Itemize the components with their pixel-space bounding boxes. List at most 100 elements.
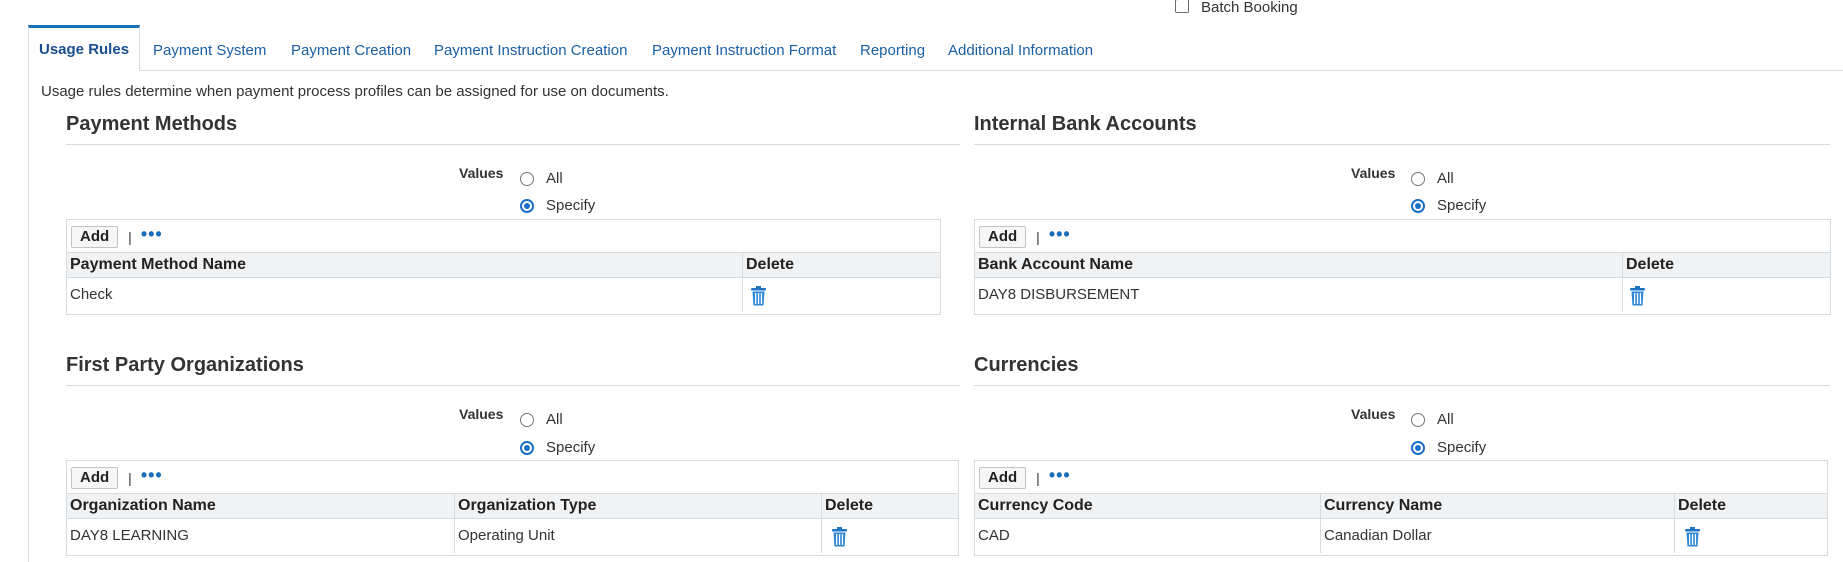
values-label: Values — [459, 165, 504, 181]
radio-button[interactable] — [1411, 440, 1425, 455]
trash-icon[interactable] — [831, 527, 848, 547]
tab-additional-information[interactable]: Additional Information — [948, 25, 1093, 70]
table-row: CAD Canadian Dollar — [975, 519, 1827, 553]
currencies-table: Add | ••• Currency Code Currency Name De… — [974, 460, 1828, 556]
radio-specify-currencies[interactable]: Specify — [1411, 439, 1486, 456]
batch-booking-checkbox[interactable] — [1175, 0, 1189, 13]
more-actions-icon[interactable]: ••• — [141, 225, 163, 243]
radio-specify-payment-methods[interactable]: Specify — [520, 197, 595, 214]
table-header: Bank Account Name Delete — [975, 252, 1830, 278]
first-party-organizations-table: Add | ••• Organization Name Organization… — [66, 460, 959, 556]
table-row: DAY8 DISBURSEMENT — [975, 278, 1830, 312]
radio-all-first-party-organizations[interactable]: All — [520, 411, 563, 428]
column-header[interactable]: Bank Account Name — [975, 253, 1622, 277]
radio-button[interactable] — [520, 171, 534, 186]
table-cell: Canadian Dollar — [1320, 519, 1674, 553]
batch-booking[interactable]: Batch Booking — [1175, 0, 1298, 16]
toolbar-separator: | — [1036, 470, 1040, 486]
table-toolbar: Add | ••• — [71, 225, 163, 249]
table-header: Payment Method Name Delete — [67, 252, 940, 278]
radio-label: Specify — [1437, 439, 1487, 456]
column-header: Delete — [821, 494, 958, 518]
usage-rules-description: Usage rules determine when payment proce… — [41, 83, 669, 100]
section-title-first-party-organizations: First Party Organizations — [66, 354, 304, 376]
table-toolbar: Add | ••• — [71, 466, 163, 490]
values-label: Values — [1351, 165, 1396, 181]
column-header[interactable]: Organization Type — [454, 494, 821, 518]
add-button[interactable]: Add — [979, 467, 1027, 489]
tab-payment-instruction-creation[interactable]: Payment Instruction Creation — [434, 25, 627, 70]
values-label: Values — [459, 406, 504, 422]
table-cell: DAY8 DISBURSEMENT — [978, 286, 1140, 303]
trash-icon[interactable] — [750, 286, 767, 306]
tab-usage-rules[interactable]: Usage Rules — [28, 25, 141, 71]
table-header: Currency Code Currency Name Delete — [975, 493, 1827, 519]
batch-booking-label: Batch Booking — [1201, 0, 1298, 16]
section-title-payment-methods: Payment Methods — [66, 113, 238, 135]
radio-label: Specify — [1437, 197, 1487, 214]
tab-reporting[interactable]: Reporting — [860, 25, 925, 70]
section-divider — [66, 385, 960, 386]
more-actions-icon[interactable]: ••• — [1049, 225, 1071, 243]
column-header[interactable]: Currency Name — [1320, 494, 1674, 518]
radio-button[interactable] — [1411, 171, 1425, 186]
radio-specify-internal-bank-accounts[interactable]: Specify — [1411, 197, 1486, 214]
radio-all-internal-bank-accounts[interactable]: All — [1411, 170, 1454, 187]
left-border — [28, 25, 29, 562]
radio-button[interactable] — [520, 440, 534, 455]
radio-label: Specify — [546, 197, 596, 214]
tab-bar: Usage Rules Payment System Payment Creat… — [28, 25, 1843, 71]
payment-methods-table: Add | ••• Payment Method Name Delete Che… — [66, 219, 941, 315]
section-divider — [974, 144, 1830, 145]
radio-label: All — [546, 411, 563, 428]
toolbar-separator: | — [1036, 229, 1040, 245]
radio-label: All — [1437, 411, 1454, 428]
add-button[interactable]: Add — [71, 467, 119, 489]
radio-all-currencies[interactable]: All — [1411, 411, 1454, 428]
column-header[interactable]: Payment Method Name — [67, 253, 742, 277]
table-cell — [821, 519, 958, 553]
table-header: Organization Name Organization Type Dele… — [67, 493, 958, 519]
column-header[interactable]: Currency Code — [975, 494, 1320, 518]
values-label: Values — [1351, 406, 1396, 422]
more-actions-icon[interactable]: ••• — [1049, 466, 1071, 484]
tab-payment-creation[interactable]: Payment Creation — [291, 25, 411, 70]
section-divider — [974, 385, 1830, 386]
column-header: Delete — [742, 253, 940, 277]
internal-bank-accounts-table: Add | ••• Bank Account Name Delete DAY8 … — [974, 219, 1831, 315]
radio-specify-first-party-organizations[interactable]: Specify — [520, 439, 595, 456]
radio-button[interactable] — [1411, 198, 1425, 213]
toolbar-separator: | — [128, 229, 132, 245]
add-button[interactable]: Add — [71, 226, 119, 248]
trash-icon[interactable] — [1684, 527, 1701, 547]
table-toolbar: Add | ••• — [979, 466, 1071, 490]
radio-button[interactable] — [520, 412, 534, 427]
table-cell — [742, 278, 940, 312]
radio-button[interactable] — [1411, 412, 1425, 427]
section-title-internal-bank-accounts: Internal Bank Accounts — [974, 113, 1197, 135]
column-header[interactable]: Organization Name — [67, 494, 454, 518]
add-button[interactable]: Add — [979, 226, 1027, 248]
more-actions-icon[interactable]: ••• — [141, 466, 163, 484]
table-cell: CAD — [978, 527, 1010, 544]
table-row: DAY8 LEARNING Operating Unit — [67, 519, 958, 553]
column-header: Delete — [1674, 494, 1827, 518]
column-header: Delete — [1622, 253, 1830, 277]
table-toolbar: Add | ••• — [979, 225, 1071, 249]
tab-payment-instruction-format[interactable]: Payment Instruction Format — [652, 25, 836, 70]
radio-all-payment-methods[interactable]: All — [520, 170, 563, 187]
table-cell — [1622, 278, 1830, 312]
radio-button[interactable] — [520, 198, 534, 213]
table-row: Check — [67, 278, 940, 312]
table-cell: Operating Unit — [454, 519, 821, 553]
table-cell: DAY8 LEARNING — [70, 527, 189, 544]
table-cell: Check — [70, 286, 113, 303]
radio-label: All — [1437, 170, 1454, 187]
tab-payment-system[interactable]: Payment System — [153, 25, 266, 70]
section-divider — [66, 144, 960, 145]
radio-label: All — [546, 170, 563, 187]
trash-icon[interactable] — [1629, 286, 1646, 306]
toolbar-separator: | — [128, 470, 132, 486]
section-title-currencies: Currencies — [974, 354, 1079, 376]
table-cell — [1674, 519, 1827, 553]
